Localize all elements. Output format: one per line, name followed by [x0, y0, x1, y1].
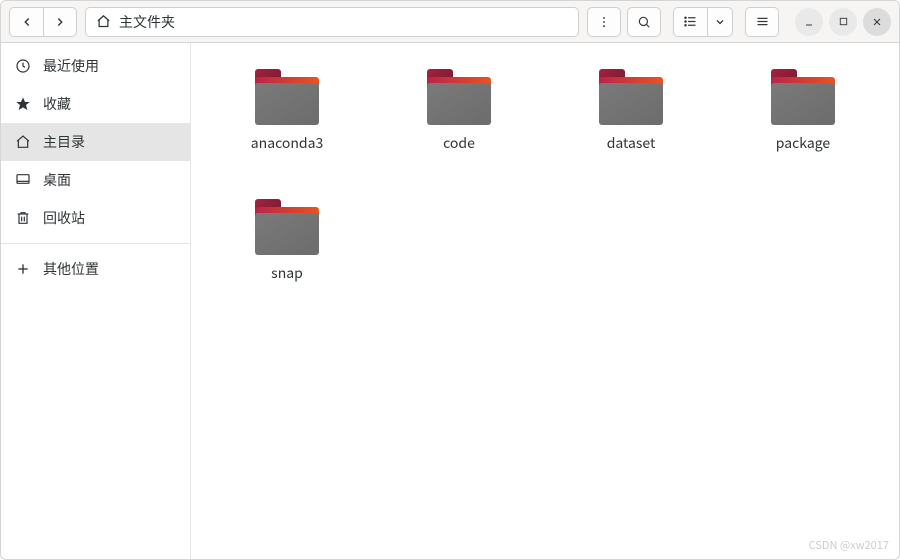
plus-icon [15, 261, 31, 277]
list-view-button[interactable] [673, 7, 707, 37]
sidebar: 最近使用 收藏 主目录 桌面 回收站 其他位置 [1, 43, 191, 559]
chevron-left-icon [20, 15, 34, 29]
close-icon [871, 16, 883, 28]
folder-label: snap [271, 263, 303, 283]
sidebar-item-home[interactable]: 主目录 [1, 123, 190, 161]
folder-label: anaconda3 [251, 133, 323, 153]
minimize-button[interactable] [795, 8, 823, 36]
close-button[interactable] [863, 8, 891, 36]
path-bar[interactable]: 主文件夹 [85, 7, 579, 37]
sidebar-item-label: 主目录 [43, 132, 85, 152]
home-icon [15, 134, 31, 150]
folder-item[interactable]: package [771, 63, 835, 193]
sidebar-item-label: 收藏 [43, 94, 71, 114]
star-icon [15, 96, 31, 112]
folder-icon [599, 69, 663, 125]
sidebar-item-label: 其他位置 [43, 259, 99, 279]
nav-buttons [9, 7, 77, 37]
sidebar-item-other-locations[interactable]: 其他位置 [1, 250, 190, 288]
hamburger-icon [755, 14, 770, 29]
list-icon [683, 14, 698, 29]
file-manager-window: 主文件夹 [0, 0, 900, 560]
sidebar-item-trash[interactable]: 回收站 [1, 199, 190, 237]
maximize-icon [838, 16, 849, 27]
desktop-icon [15, 172, 31, 188]
content-area: 最近使用 收藏 主目录 桌面 回收站 其他位置 [1, 43, 899, 559]
sidebar-separator [1, 243, 190, 244]
folder-label: package [776, 133, 830, 153]
back-button[interactable] [9, 7, 43, 37]
folder-item[interactable]: anaconda3 [251, 63, 323, 193]
view-switcher [673, 7, 733, 37]
forward-button[interactable] [43, 7, 77, 37]
more-actions-button[interactable] [587, 7, 621, 37]
sidebar-item-desktop[interactable]: 桌面 [1, 161, 190, 199]
maximize-button[interactable] [829, 8, 857, 36]
folder-label: code [443, 133, 475, 153]
window-controls [795, 8, 891, 36]
sidebar-item-recent[interactable]: 最近使用 [1, 47, 190, 85]
path-label: 主文件夹 [119, 12, 175, 32]
folder-item[interactable]: dataset [599, 63, 663, 193]
menu-button[interactable] [745, 7, 779, 37]
watermark: CSDN @xw2017 [809, 537, 889, 553]
folder-icon [427, 69, 491, 125]
folder-label: dataset [607, 133, 656, 153]
sidebar-item-label: 回收站 [43, 208, 85, 228]
trash-icon [15, 210, 31, 226]
chevron-down-icon [714, 16, 726, 28]
folder-icon [255, 199, 319, 255]
folder-icon [771, 69, 835, 125]
folder-view[interactable]: anaconda3 code dataset package snap [191, 43, 899, 559]
sidebar-item-starred[interactable]: 收藏 [1, 85, 190, 123]
sidebar-item-label: 最近使用 [43, 56, 99, 76]
folder-item[interactable]: snap [255, 193, 319, 323]
home-icon [96, 14, 111, 29]
sidebar-item-label: 桌面 [43, 170, 71, 190]
titlebar: 主文件夹 [1, 1, 899, 43]
clock-icon [15, 58, 31, 74]
search-button[interactable] [627, 7, 661, 37]
kebab-icon [597, 15, 611, 29]
chevron-right-icon [53, 15, 67, 29]
folder-item[interactable]: code [427, 63, 491, 193]
view-dropdown-button[interactable] [707, 7, 733, 37]
folder-icon [255, 69, 319, 125]
search-icon [637, 15, 651, 29]
minimize-icon [803, 16, 815, 28]
